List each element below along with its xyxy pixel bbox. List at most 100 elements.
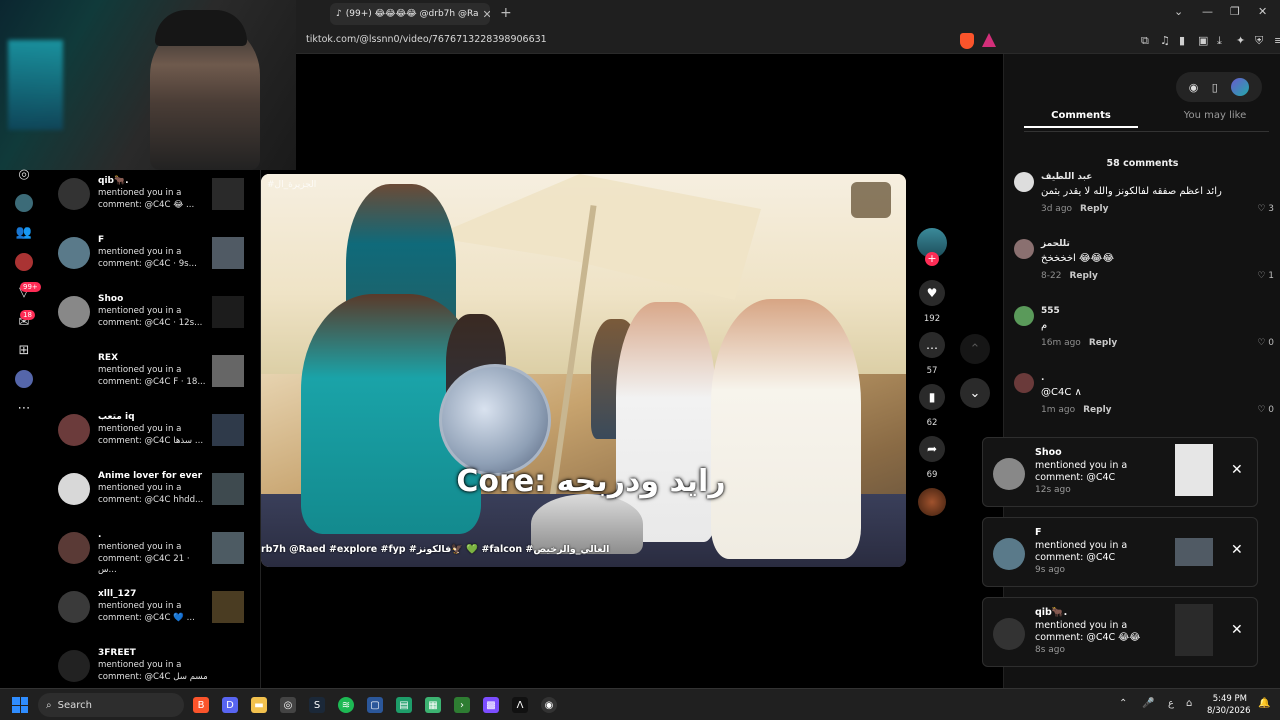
music-disc-icon[interactable] xyxy=(918,488,946,516)
list-item[interactable]: . mentioned you in a comment: @C4C 21 · … xyxy=(58,526,253,576)
reply-button[interactable]: Reply xyxy=(1080,204,1108,214)
folder-icon[interactable]: ▬ xyxy=(251,697,267,713)
download-icon[interactable]: ⤓ xyxy=(1217,34,1222,48)
microphone-icon[interactable]: 🎤 xyxy=(1142,698,1154,709)
url-text[interactable]: tiktok.com/@lssnn0/video/767671322839890… xyxy=(306,34,547,45)
spotify-icon[interactable]: ≋ xyxy=(338,697,354,713)
notification-time: 12s ago xyxy=(1035,485,1071,495)
chrome-icon[interactable]: ◎ xyxy=(280,697,296,713)
brave-icon[interactable]: B xyxy=(193,697,209,713)
reply-button[interactable]: Reply xyxy=(1069,271,1097,281)
share-icon[interactable]: ➦ xyxy=(919,436,945,462)
wallet-icon[interactable]: ▣ xyxy=(1198,34,1208,47)
list-item[interactable]: F mentioned you in a comment: @C4C · 9s.… xyxy=(58,231,253,281)
video-player[interactable]: #الجزيرة_ال Core: رايد ودربحه rb7h @Raed… xyxy=(261,174,906,567)
app-icon[interactable]: ▦ xyxy=(425,697,441,713)
app-icon[interactable]: ▩ xyxy=(483,697,499,713)
list-item[interactable]: متعب iq mentioned you in a comment: @C4C… xyxy=(58,408,253,458)
heart-icon[interactable]: ♥ xyxy=(919,280,945,306)
list-item[interactable]: REX mentioned you in a comment: @C4C F ·… xyxy=(58,349,253,399)
list-item[interactable]: 3FREET mentioned you in a comment: @C4C … xyxy=(58,644,253,694)
terminal-icon[interactable]: › xyxy=(454,697,470,713)
vpn-icon[interactable]: ⛨ xyxy=(1255,34,1263,48)
notifications-icon[interactable]: 🔔 xyxy=(1258,698,1270,709)
tab-you-may-like[interactable]: You may like xyxy=(1158,110,1272,121)
list-item[interactable]: qib🐂. mentioned you in a comment: @C4C 😂… xyxy=(58,172,253,222)
device-icon[interactable]: ▯ xyxy=(1212,81,1218,94)
more-icon[interactable]: ⋯ xyxy=(14,398,34,418)
chevron-up-icon[interactable]: ⌃ xyxy=(1119,698,1127,709)
inbox-text: mentioned you in a comment: @C4C · 9s... xyxy=(98,247,197,269)
top-right-controls: ◉ ▯ xyxy=(1176,72,1262,102)
video-hashtags[interactable]: rb7h @Raed #explore #fyp #فالكونز🦅 💚 #fa… xyxy=(261,544,906,555)
friends-icon[interactable]: 👥 xyxy=(14,222,34,242)
steam-icon[interactable]: S xyxy=(309,697,325,713)
windows-start-icon[interactable] xyxy=(12,697,28,713)
taskbar-search[interactable]: ⌕ Search xyxy=(38,693,184,717)
notification-toast[interactable]: qib🐂. mentioned you in a comment: @C4C 😂… xyxy=(982,597,1258,667)
language-indicator[interactable]: ع xyxy=(1168,698,1174,709)
restore-icon[interactable]: ❐ xyxy=(1230,5,1240,18)
notification-toast[interactable]: F mentioned you in a comment: @C4C 9s ag… xyxy=(982,517,1258,587)
comment-like-count: 3 xyxy=(1268,204,1274,214)
coin-icon[interactable]: ◉ xyxy=(1189,81,1199,94)
reply-button[interactable]: Reply xyxy=(1089,338,1117,348)
comment-like-count: 1 xyxy=(1268,271,1274,281)
notification-toast[interactable]: Shoo mentioned you in a comment: @C4C 12… xyxy=(982,437,1258,507)
network-icon[interactable]: ⌂ xyxy=(1186,698,1192,709)
menu-icon[interactable]: ≡ xyxy=(1274,34,1280,47)
avatar[interactable] xyxy=(1014,239,1034,259)
chevron-down-icon[interactable]: ⌄ xyxy=(960,378,990,408)
reply-button[interactable]: Reply xyxy=(1083,405,1111,415)
close-tab-icon[interactable]: ✕ xyxy=(483,8,490,21)
comment-author[interactable]: تللحمز xyxy=(1041,239,1070,249)
list-item[interactable]: Shoo mentioned you in a comment: @C4C · … xyxy=(58,290,253,340)
brave-shield-icon[interactable] xyxy=(960,33,974,49)
upload-icon[interactable]: ⊞ xyxy=(14,340,34,360)
avatar[interactable] xyxy=(1014,373,1034,393)
close-window-icon[interactable]: ✕ xyxy=(1258,5,1267,18)
app-icon[interactable]: ▤ xyxy=(396,697,412,713)
comment-like[interactable]: ♡ 0 xyxy=(1257,338,1274,348)
comment-like[interactable]: ♡ 3 xyxy=(1257,204,1274,214)
list-item[interactable]: Anime lover for ever mentioned you in a … xyxy=(58,467,253,517)
comment-like[interactable]: ♡ 1 xyxy=(1257,271,1274,281)
bookmark-icon[interactable]: ▮ xyxy=(919,384,945,410)
user-avatar[interactable] xyxy=(1231,78,1250,96)
music-icon[interactable]: ♫ xyxy=(1160,34,1170,47)
extensions-icon[interactable]: ⧉ xyxy=(1141,34,1149,48)
avatar[interactable] xyxy=(1014,306,1034,326)
minimize-icon[interactable]: — xyxy=(1202,5,1213,18)
follow-plus-icon[interactable]: + xyxy=(925,252,939,266)
new-tab-icon[interactable]: + xyxy=(500,5,512,21)
discord-icon[interactable]: D xyxy=(222,697,238,713)
sidebar-icon[interactable]: ▮ xyxy=(1179,34,1185,47)
leo-icon[interactable]: ✦ xyxy=(1236,34,1245,47)
explore-icon[interactable]: ◎ xyxy=(14,164,34,184)
comment-author[interactable]: . xyxy=(1041,373,1044,383)
close-icon[interactable]: ✕ xyxy=(1231,622,1243,638)
live-avatar[interactable] xyxy=(15,253,33,271)
comment-icon[interactable]: … xyxy=(919,332,945,358)
obs-icon[interactable]: ◉ xyxy=(541,697,557,713)
chevron-down-icon[interactable]: ⌄ xyxy=(1174,5,1183,18)
app-icon[interactable]: ▢ xyxy=(367,697,383,713)
following-avatar[interactable] xyxy=(15,194,33,212)
avatar[interactable] xyxy=(1014,172,1034,192)
inbox-text: mentioned you in a comment: @C4C 😂 ... xyxy=(98,188,195,210)
close-icon[interactable]: ✕ xyxy=(1231,542,1243,558)
rewards-icon[interactable] xyxy=(982,33,996,47)
list-item[interactable]: xlll_127 mentioned you in a comment: @C4… xyxy=(58,585,253,635)
browser-tab[interactable]: ♪ (99+) 😂😂😂😂 @drb7h @Ra ✕ xyxy=(330,3,490,25)
comment-author[interactable]: عبد اللطيف xyxy=(1041,172,1092,182)
address-bar[interactable]: tiktok.com/@lssnn0/video/767671322839890… xyxy=(296,28,1280,54)
taskbar-clock[interactable]: 5:49 PM 8/30/2026 xyxy=(1207,693,1251,717)
chevron-up-icon[interactable]: ⌃ xyxy=(960,334,990,364)
tab-comments[interactable]: Comments xyxy=(1024,110,1138,128)
comment-like[interactable]: ♡ 0 xyxy=(1257,405,1274,415)
profile-avatar[interactable] xyxy=(15,370,33,388)
close-icon[interactable]: ✕ xyxy=(1231,462,1243,478)
comment-author[interactable]: 555 xyxy=(1041,306,1060,316)
app-icon[interactable]: Λ xyxy=(512,697,528,713)
inbox-thumbnail xyxy=(212,237,244,269)
